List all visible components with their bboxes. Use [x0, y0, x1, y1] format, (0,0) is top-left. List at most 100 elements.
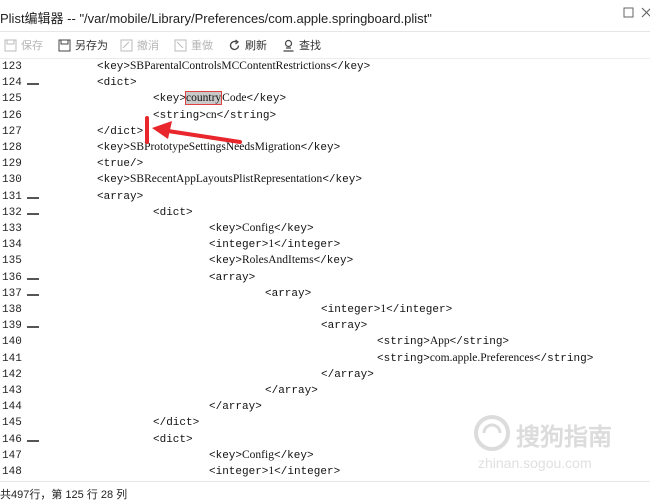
- code-line[interactable]: 142 </array>: [0, 367, 650, 383]
- code-line[interactable]: 144 </array>: [0, 399, 650, 415]
- fold-toggle-icon[interactable]: [27, 439, 39, 442]
- xml-value: Config: [242, 222, 274, 234]
- xml-tag: </array>: [321, 368, 374, 381]
- code-text: <key>Config</key>: [209, 222, 314, 235]
- undo-button[interactable]: 撤消: [120, 36, 159, 54]
- xml-tag: </integer>: [386, 304, 453, 316]
- redo-button[interactable]: 重做: [174, 36, 213, 54]
- code-line[interactable]: 128 <key>SBPrototypeSettingsNeedsMigratio…: [0, 140, 650, 156]
- code-text: <true/>: [97, 157, 143, 170]
- xml-value: SBParentalControlsMCContentRestrictions: [130, 60, 331, 72]
- xml-tag: <integer>: [321, 304, 381, 316]
- code-text: <array>: [209, 271, 255, 284]
- code-line[interactable]: 139 <array>: [0, 318, 650, 334]
- xml-tag: <key>: [97, 142, 131, 154]
- xml-tag: <dict>: [153, 433, 193, 446]
- xml-tag: <array>: [209, 271, 256, 284]
- undo-icon: [120, 39, 133, 52]
- xml-tag: <dict>: [153, 206, 193, 219]
- fold-toggle-icon[interactable]: [27, 212, 39, 215]
- xml-tag: </key>: [246, 93, 287, 106]
- xml-tag: </key>: [273, 223, 314, 235]
- fold-toggle-icon[interactable]: [27, 293, 39, 296]
- line-number: 145: [2, 417, 22, 430]
- redo-label: 重做: [191, 40, 213, 52]
- code-line[interactable]: 136 <array>: [0, 270, 650, 286]
- code-line[interactable]: 135 <key>RolesAndItems</key>: [0, 253, 650, 269]
- code-text: <key>SBParentalControlsMCContentRestrict…: [97, 60, 370, 73]
- close-icon[interactable]: [638, 6, 650, 22]
- line-number: 130: [2, 174, 22, 187]
- restore-icon[interactable]: [620, 6, 636, 22]
- xml-tag: <key>: [97, 61, 131, 73]
- fold-toggle-icon[interactable]: [27, 277, 39, 280]
- find-button[interactable]: 查找: [282, 36, 321, 54]
- line-number: 147: [2, 449, 22, 462]
- code-text: <string>App</string>: [377, 335, 509, 348]
- code-line[interactable]: 132 <dict>: [0, 205, 650, 221]
- code-line[interactable]: 133 <key>Config</key>: [0, 221, 650, 237]
- code-editor[interactable]: 123 <key>SBParentalControlsMCContentRestr…: [0, 59, 650, 481]
- code-text: <key>SBRecentAppLayoutsPlistRepresentati…: [97, 173, 362, 186]
- xml-tag: </string>: [216, 109, 277, 122]
- code-text: <integer>1</integer>: [321, 303, 452, 316]
- xml-tag: <string>: [153, 109, 206, 122]
- undo-label: 撤消: [137, 40, 159, 52]
- code-text: <integer>1</integer>: [209, 465, 340, 478]
- code-line[interactable]: 143 </array>: [0, 383, 650, 399]
- code-text: <key>countryCode</key>: [153, 91, 287, 106]
- fold-toggle-icon[interactable]: [27, 326, 39, 329]
- xml-tag: <key>: [153, 93, 187, 106]
- code-text: </array>: [265, 384, 318, 397]
- code-line[interactable]: 131 <array>: [0, 189, 650, 205]
- find-label: 查找: [299, 40, 321, 52]
- code-line[interactable]: 147 <key>Config</key>: [0, 448, 650, 464]
- line-number: 124: [2, 77, 22, 90]
- code-line[interactable]: 126 <string>cn</string>: [0, 108, 650, 124]
- code-text: <array>: [97, 190, 143, 203]
- code-text: <key>RolesAndItems</key>: [209, 254, 353, 267]
- xml-tag: </key>: [322, 174, 362, 187]
- code-text: <key>SBPrototypeSettingsNeedsMigration</…: [97, 141, 340, 154]
- code-line[interactable]: 127 </dict>: [0, 124, 650, 140]
- code-text: </array>: [321, 368, 374, 381]
- code-line[interactable]: 146 <dict>: [0, 432, 650, 448]
- save-as-button[interactable]: 另存为: [58, 36, 108, 54]
- line-number: 131: [2, 190, 22, 203]
- code-line[interactable]: 134 <integer>1</integer>: [0, 237, 650, 253]
- code-line[interactable]: 138 <integer>1</integer>: [0, 302, 650, 318]
- xml-tag: <true/>: [97, 158, 144, 171]
- xml-value: Config: [242, 448, 274, 461]
- line-number: 133: [2, 223, 22, 235]
- code-line[interactable]: 140 <string>App</string>: [0, 334, 650, 350]
- fold-toggle-icon[interactable]: [27, 196, 39, 199]
- xml-tag: </string>: [449, 336, 510, 349]
- code-line[interactable]: 145 </dict>: [0, 415, 650, 431]
- code-line[interactable]: 123 <key>SBParentalControlsMCContentRestr…: [0, 59, 650, 75]
- line-number: 126: [2, 109, 22, 122]
- xml-tag: <integer>: [209, 239, 269, 252]
- line-number: 144: [2, 401, 22, 414]
- xml-tag: <key>: [97, 174, 131, 187]
- code-line[interactable]: 148 <integer>1</integer>: [0, 464, 650, 480]
- xml-tag: <integer>: [209, 466, 269, 478]
- code-line[interactable]: 125 <key>countryCode</key>: [0, 91, 650, 107]
- code-text: <key>Config</key>: [209, 449, 314, 462]
- code-line[interactable]: 129 <true/>: [0, 156, 650, 172]
- code-line[interactable]: 130 <key>SBRecentAppLayoutsPlistRepresent…: [0, 172, 650, 188]
- line-number: 132: [2, 206, 22, 219]
- refresh-button[interactable]: 刷新: [228, 36, 267, 54]
- xml-tag: <key>: [209, 223, 243, 235]
- code-line[interactable]: 141 <string>com.apple.Preferences</string…: [0, 351, 650, 367]
- fold-toggle-icon[interactable]: [27, 83, 39, 86]
- line-number: 135: [2, 255, 22, 268]
- line-number: 136: [2, 271, 22, 284]
- save-button[interactable]: 保存: [4, 36, 43, 54]
- code-line[interactable]: 124 <dict>: [0, 75, 650, 91]
- code-line[interactable]: 137 <array>: [0, 286, 650, 302]
- xml-tag: <array>: [321, 320, 368, 333]
- code-text: </array>: [209, 400, 262, 413]
- xml-tag: </string>: [533, 352, 594, 365]
- save-icon: [4, 39, 17, 52]
- status-text: 共497行，第 125 行 28 列: [0, 489, 128, 501]
